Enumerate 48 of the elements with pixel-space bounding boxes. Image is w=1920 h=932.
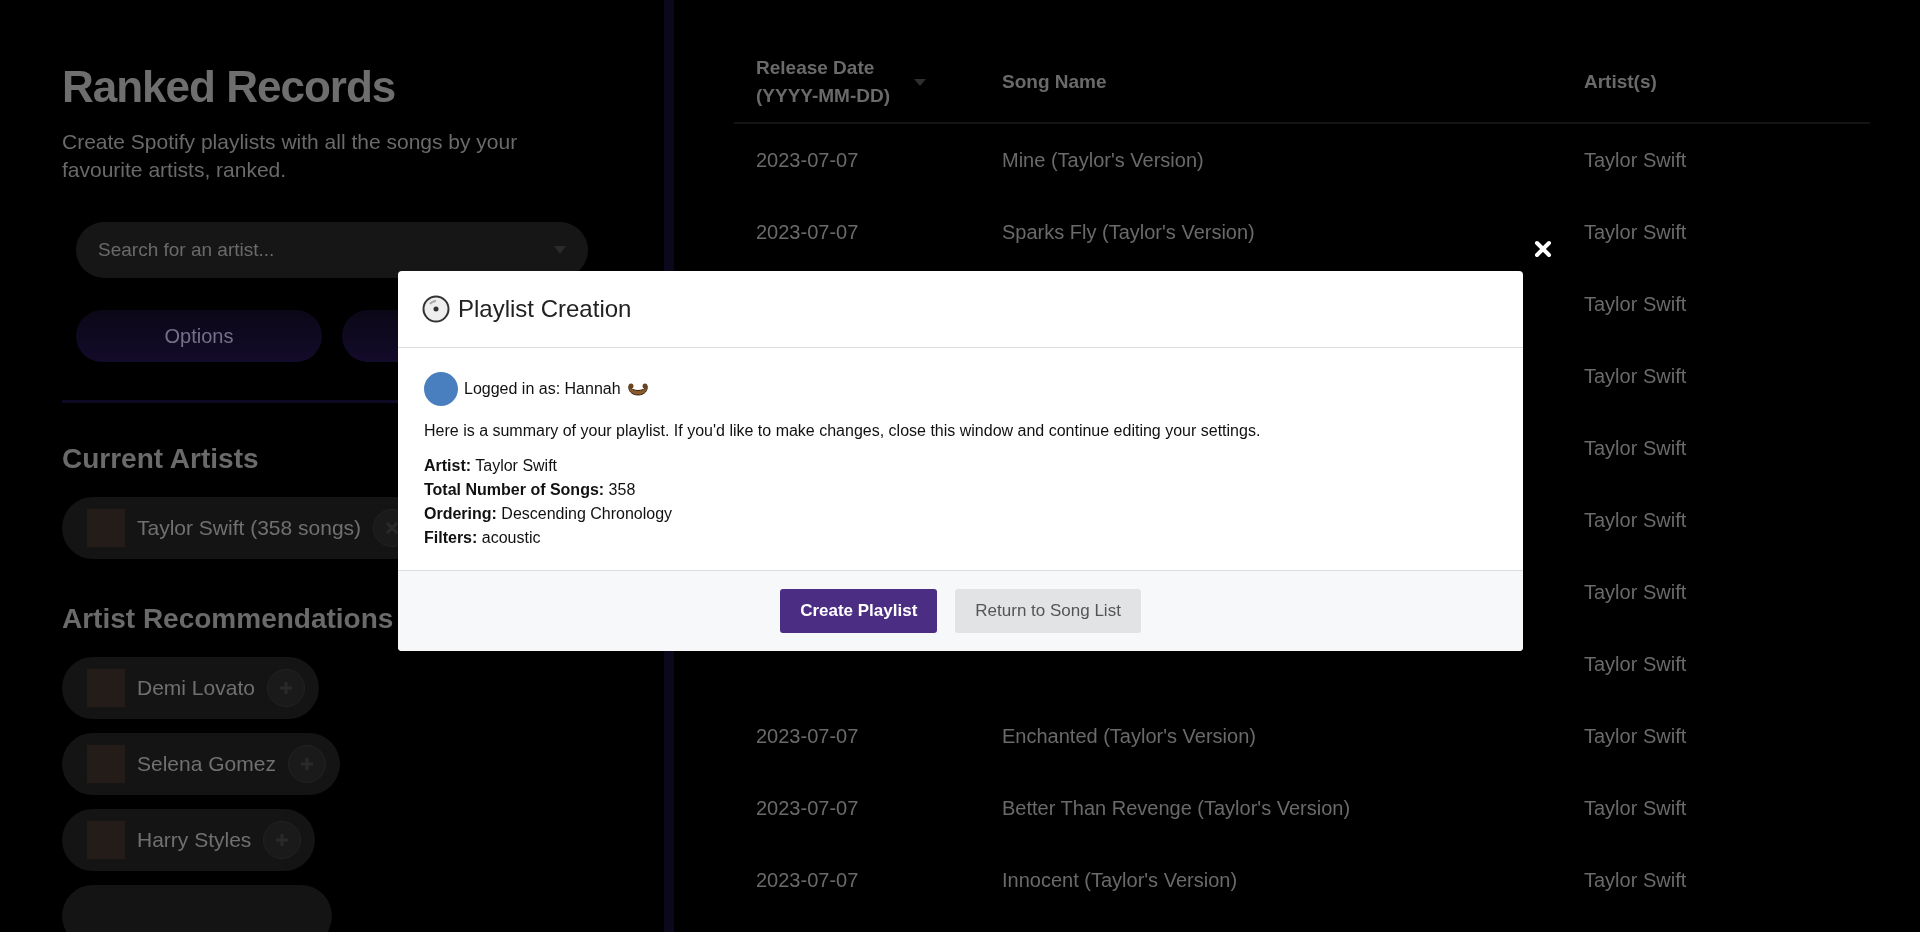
dialog-title: Playlist Creation — [458, 295, 632, 323]
table-cell: Enchanted (Taylor's Version) — [1002, 724, 1256, 747]
logged-in-text: Logged in as: Hannah — [464, 380, 621, 398]
section-heading: Current Artists — [62, 443, 259, 475]
options-button[interactable]: Options — [76, 310, 322, 362]
table-cell: Taylor Swift — [1584, 580, 1687, 603]
table-cell: 2023-07-07 — [756, 220, 859, 243]
detail-line: Ordering: Descending Chronology — [424, 504, 674, 524]
table-cell: Taylor Swift — [1584, 364, 1687, 387]
disc-icon — [422, 295, 450, 323]
summary-text: Here is a summary of your playlist. If you'd like to make changes, close this window and continue editing your settings. — [424, 422, 1262, 440]
artist-search-field[interactable]: Search for an artist... — [76, 222, 588, 278]
table-cell: 2023-07-07 — [756, 724, 859, 747]
table-cell: 2023-07-07 — [756, 868, 859, 891]
table-cell: Taylor Swift — [1584, 796, 1687, 819]
sort-caret-icon — [914, 78, 926, 86]
table-cell: Taylor Swift — [1584, 292, 1687, 315]
artist-name: Selena Gomez — [137, 752, 276, 776]
column-header[interactable]: Song Name — [1002, 71, 1107, 93]
table-cell: Sparks Fly (Taylor's Version) — [1002, 220, 1255, 243]
table-cell: Taylor Swift — [1584, 220, 1687, 243]
column-header[interactable]: Artist(s) — [1584, 71, 1657, 93]
table-cell: Taylor Swift — [1584, 148, 1687, 171]
close-icon[interactable] — [1534, 240, 1552, 258]
table-cell: Taylor Swift — [1584, 868, 1687, 891]
app-subtitle: Create Spotify playlists with all the songs by your favourite artists, ranked. — [62, 129, 519, 183]
table-cell: Taylor Swift — [1584, 652, 1687, 675]
table-cell: Better Than Revenge (Taylor's Version) — [1002, 796, 1351, 819]
table-cell: 2023-07-07 — [756, 796, 859, 819]
return-button[interactable]: Return to Song List — [955, 589, 1141, 633]
detail-line: Filters: acoustic — [424, 528, 542, 548]
avatar — [424, 372, 458, 406]
detail-line: Artist: Taylor Swift — [424, 456, 559, 476]
create-playlist-button[interactable]: Create Playlist — [780, 589, 938, 633]
close-icon — [385, 521, 400, 535]
column-header[interactable]: Release Date (YYYY-MM-DD) — [756, 54, 906, 110]
table-cell: 2023-07-07 — [756, 148, 859, 171]
detail-line: Total Number of Songs: 358 — [424, 480, 637, 500]
table-cell: Taylor Swift — [1584, 508, 1687, 531]
table-cell: Taylor Swift — [1584, 724, 1687, 747]
artist-name: Harry Styles — [137, 828, 252, 852]
section-heading: Artist Recommendations — [62, 603, 394, 635]
table-cell: Mine (Taylor's Version) — [1002, 148, 1204, 171]
table-cell: Taylor Swift — [1584, 436, 1687, 459]
app-title: Ranked Records — [62, 62, 396, 112]
artist-name: Demi Lovato — [137, 676, 255, 700]
table-cell: Innocent (Taylor's Version) — [1002, 868, 1238, 891]
artist-name: Taylor Swift (358 songs) — [137, 516, 362, 540]
